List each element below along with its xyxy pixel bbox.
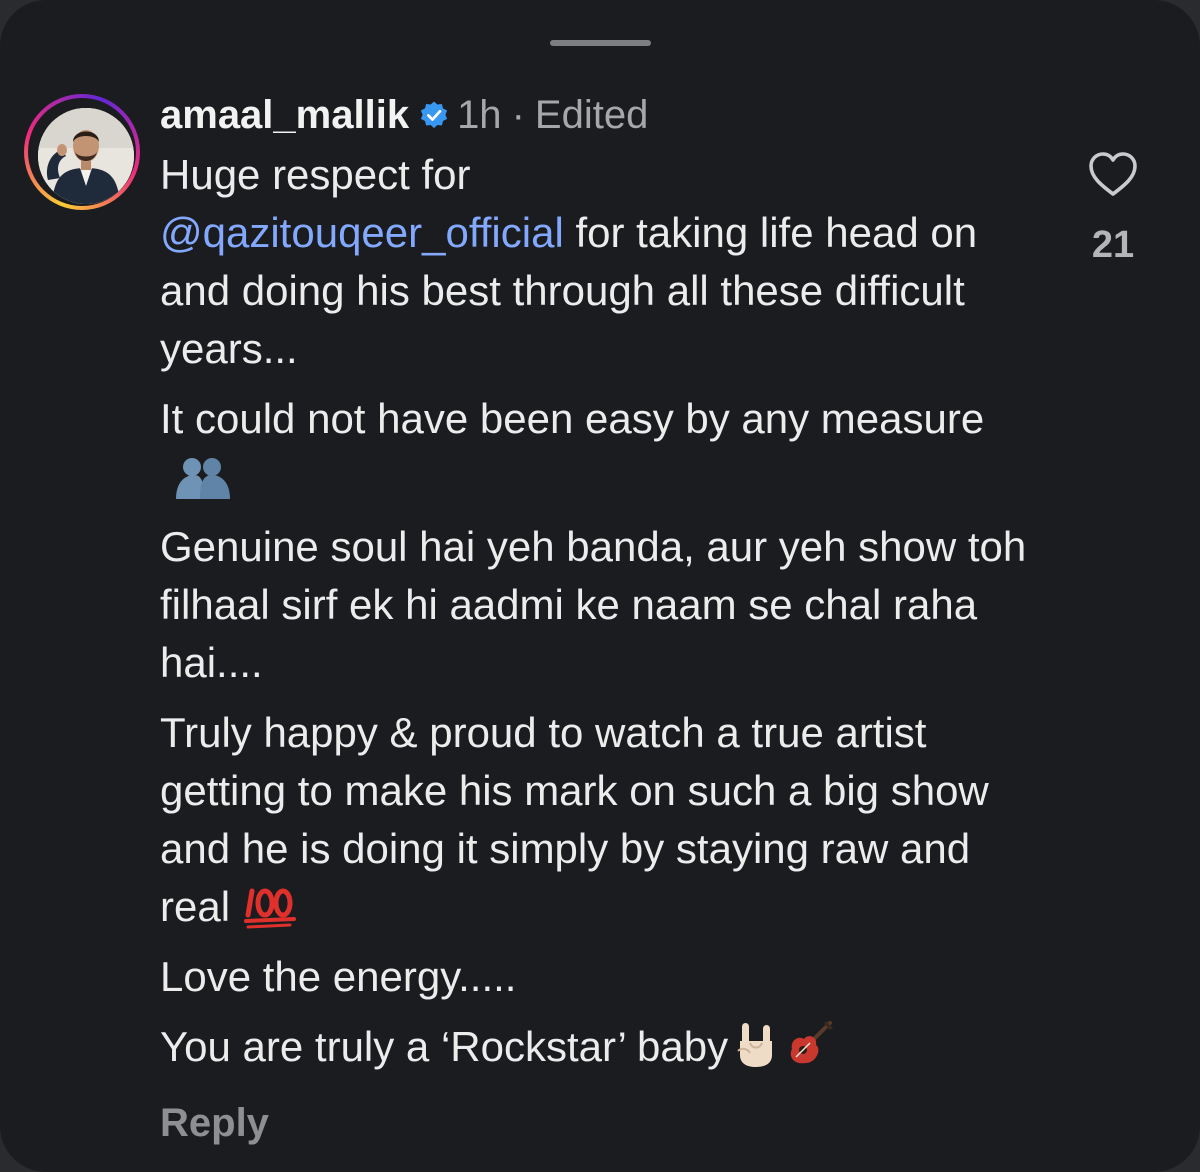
guitar-emoji — [786, 1019, 834, 1069]
comment: amaal_mallik 1h · Edited Huge respect fo… — [160, 90, 1040, 1088]
avatar-image — [38, 108, 134, 204]
comment-text: Huge respect for — [160, 151, 471, 198]
comment-paragraph-2: It could not have been easy by any measu… — [160, 390, 1040, 506]
verified-badge-icon — [420, 101, 448, 129]
edited-label: Edited — [534, 93, 649, 137]
avatar — [38, 108, 134, 204]
comment-sheet: amaal_mallik 1h · Edited Huge respect fo… — [0, 0, 1200, 1172]
comment-text: It could not have been easy by any measu… — [160, 395, 985, 442]
comment-text: You are truly a ‘Rockstar’ baby — [160, 1023, 729, 1070]
like-section: 21 — [1082, 150, 1144, 268]
hugging-people-emoji — [172, 455, 234, 499]
comment-text: Love the energy..... — [160, 953, 517, 1000]
like-count: 21 — [1091, 224, 1135, 266]
comment-text: Genuine soul hai yeh banda, aur yeh show… — [160, 523, 1027, 686]
reply-button[interactable]: Reply — [160, 1098, 269, 1148]
comment-paragraph-6: You are truly a ‘Rockstar’ baby — [160, 1018, 1040, 1076]
comment-paragraph-5: Love the energy..... — [160, 948, 1040, 1006]
avatar-story-ring[interactable] — [24, 94, 140, 210]
hundred-points-emoji — [242, 885, 300, 929]
comment-paragraph-4: Truly happy & proud to watch a true arti… — [160, 704, 1040, 936]
rock-on-hand-emoji — [736, 1021, 776, 1069]
username[interactable]: amaal_mallik — [160, 90, 409, 140]
comment-body: Huge respect for @qazitouqeer_official fo… — [160, 146, 1040, 1076]
comment-meta: amaal_mallik 1h · Edited — [160, 90, 1040, 140]
meta-separator: · — [511, 93, 525, 137]
comment-timestamp: 1h — [457, 93, 502, 137]
comment-paragraph-1: Huge respect for @qazitouqeer_official fo… — [160, 146, 1040, 378]
mention-link[interactable]: @qazitouqeer_official — [160, 209, 564, 256]
drag-handle[interactable] — [550, 40, 651, 46]
heart-icon[interactable] — [1087, 150, 1139, 198]
comment-paragraph-3: Genuine soul hai yeh banda, aur yeh show… — [160, 518, 1040, 692]
